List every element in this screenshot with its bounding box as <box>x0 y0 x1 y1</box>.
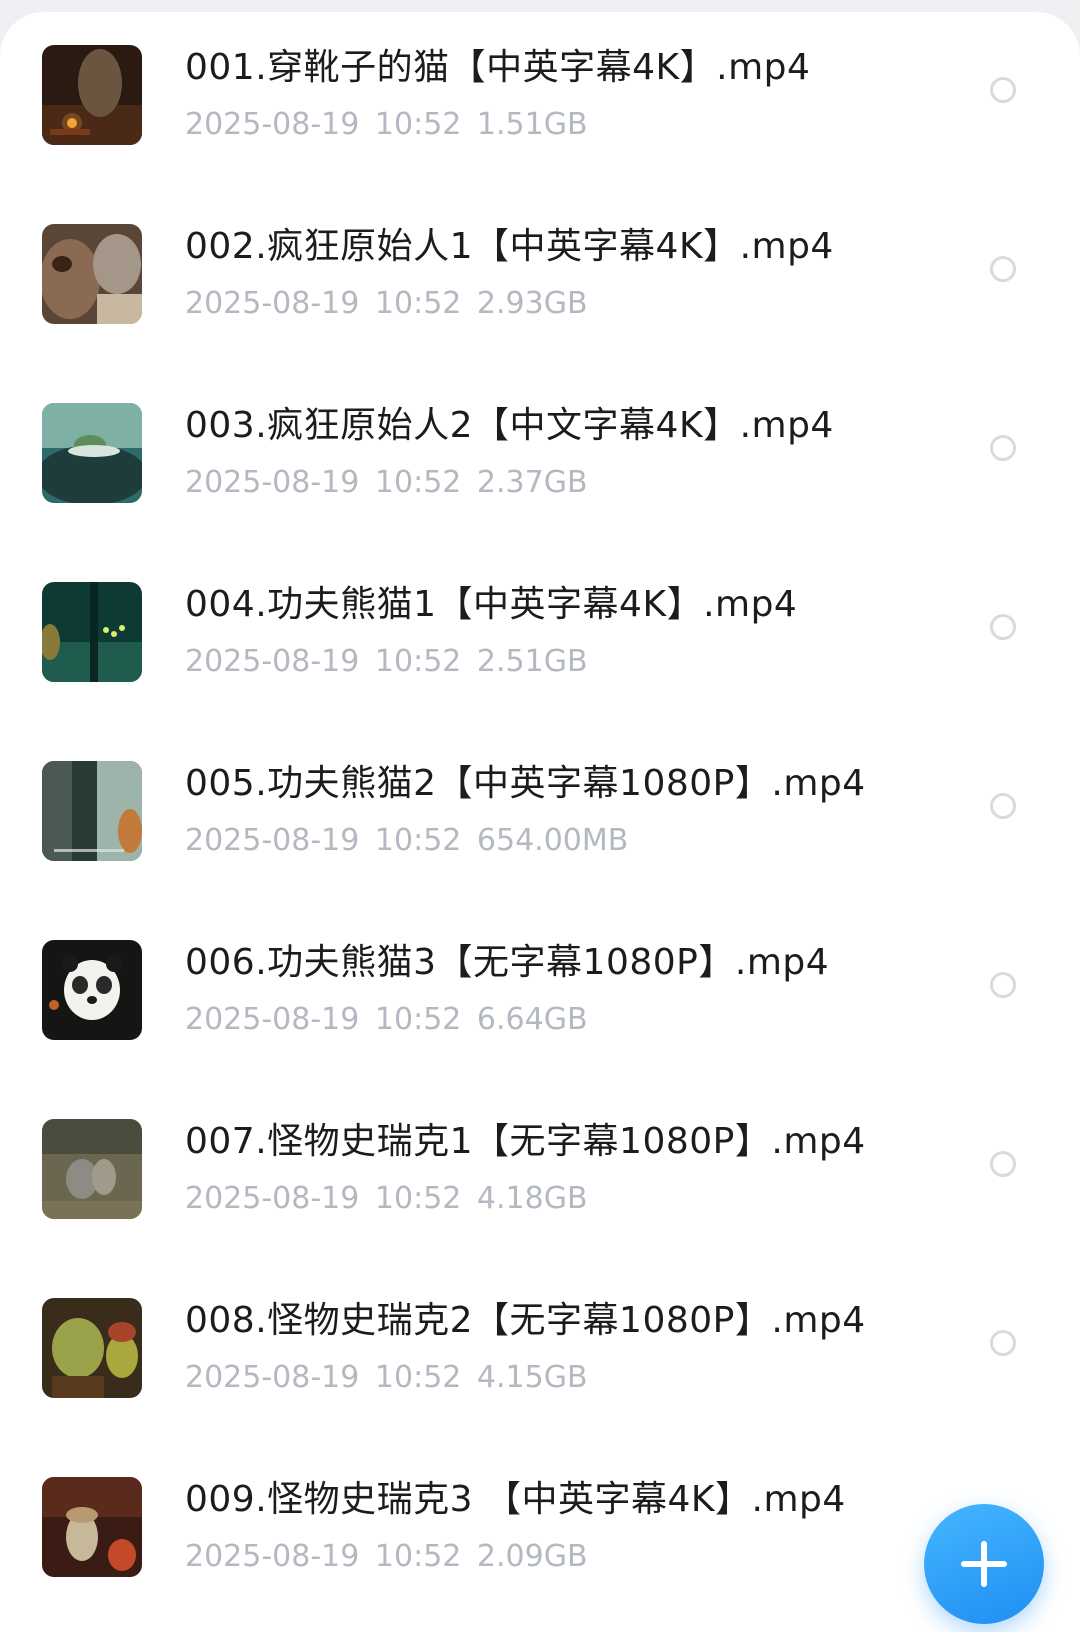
video-thumbnail <box>42 582 142 682</box>
file-meta: 2025-08-19 10:52 2.51GB <box>185 642 588 682</box>
plus-icon <box>961 1541 1007 1587</box>
file-time: 10:52 <box>374 823 462 858</box>
file-name: 006.功夫熊猫3【无字幕1080P】.mp4 <box>185 942 830 983</box>
video-thumbnail <box>42 403 142 503</box>
file-row[interactable]: 002.疯狂原始人1【中英字幕4K】.mp4 2025-08-19 10:52 … <box>0 191 1080 370</box>
video-thumbnail <box>42 1477 142 1577</box>
file-meta: 2025-08-19 10:52 2.37GB <box>185 463 588 503</box>
file-name: 005.功夫熊猫2【中英字幕1080P】.mp4 <box>185 763 866 804</box>
file-time: 10:52 <box>374 1539 462 1574</box>
file-time: 10:52 <box>374 465 462 500</box>
file-size: 2.93GB <box>476 286 588 321</box>
file-size: 1.51GB <box>476 107 588 142</box>
select-radio[interactable] <box>990 972 1016 998</box>
file-date: 2025-08-19 <box>185 107 360 142</box>
file-row[interactable]: 008.怪物史瑞克2【无字幕1080P】.mp4 2025-08-19 10:5… <box>0 1265 1080 1444</box>
file-row[interactable]: 004.功夫熊猫1【中英字幕4K】.mp4 2025-08-19 10:52 2… <box>0 549 1080 728</box>
select-radio[interactable] <box>990 256 1016 282</box>
file-date: 2025-08-19 <box>185 1539 360 1574</box>
file-name: 003.疯狂原始人2【中文字幕4K】.mp4 <box>185 405 834 446</box>
file-name: 002.疯狂原始人1【中英字幕4K】.mp4 <box>185 226 834 267</box>
file-size: 2.51GB <box>476 644 588 679</box>
select-radio[interactable] <box>990 1330 1016 1356</box>
file-meta: 2025-08-19 10:52 4.15GB <box>185 1358 588 1398</box>
file-meta: 2025-08-19 10:52 654.00MB <box>185 821 628 861</box>
file-row[interactable]: 001.穿靴子的猫【中英字幕4K】.mp4 2025-08-19 10:52 1… <box>0 12 1080 191</box>
file-size: 2.09GB <box>476 1539 588 1574</box>
file-time: 10:52 <box>374 1181 462 1216</box>
video-thumbnail <box>42 224 142 324</box>
file-date: 2025-08-19 <box>185 823 360 858</box>
file-name: 001.穿靴子的猫【中英字幕4K】.mp4 <box>185 47 811 88</box>
file-date: 2025-08-19 <box>185 1181 360 1216</box>
file-name: 009.怪物史瑞克3 【中英字幕4K】.mp4 <box>185 1479 846 1520</box>
video-thumbnail <box>42 1298 142 1398</box>
file-time: 10:52 <box>374 1002 462 1037</box>
file-row[interactable]: 009.怪物史瑞克3 【中英字幕4K】.mp4 2025-08-19 10:52… <box>0 1444 1080 1623</box>
file-date: 2025-08-19 <box>185 465 360 500</box>
file-date: 2025-08-19 <box>185 1002 360 1037</box>
file-date: 2025-08-19 <box>185 286 360 321</box>
select-radio[interactable] <box>990 1151 1016 1177</box>
file-row[interactable]: 006.功夫熊猫3【无字幕1080P】.mp4 2025-08-19 10:52… <box>0 907 1080 1086</box>
file-size: 6.64GB <box>476 1002 588 1037</box>
file-size: 4.15GB <box>476 1360 588 1395</box>
file-meta: 2025-08-19 10:52 2.09GB <box>185 1537 588 1577</box>
file-list-sheet: 001.穿靴子的猫【中英字幕4K】.mp4 2025-08-19 10:52 1… <box>0 12 1080 1632</box>
file-meta: 2025-08-19 10:52 2.93GB <box>185 284 588 324</box>
file-time: 10:52 <box>374 644 462 679</box>
file-row[interactable]: 003.疯狂原始人2【中文字幕4K】.mp4 2025-08-19 10:52 … <box>0 370 1080 549</box>
file-name: 008.怪物史瑞克2【无字幕1080P】.mp4 <box>185 1300 866 1341</box>
video-thumbnail <box>42 761 142 861</box>
file-row[interactable]: 005.功夫熊猫2【中英字幕1080P】.mp4 2025-08-19 10:5… <box>0 728 1080 907</box>
file-meta: 2025-08-19 10:52 4.18GB <box>185 1179 588 1219</box>
file-time: 10:52 <box>374 107 462 142</box>
file-row[interactable]: 007.怪物史瑞克1【无字幕1080P】.mp4 2025-08-19 10:5… <box>0 1086 1080 1265</box>
file-meta: 2025-08-19 10:52 6.64GB <box>185 1000 588 1040</box>
file-size: 2.37GB <box>476 465 588 500</box>
select-radio[interactable] <box>990 435 1016 461</box>
file-name: 007.怪物史瑞克1【无字幕1080P】.mp4 <box>185 1121 866 1162</box>
select-radio[interactable] <box>990 793 1016 819</box>
file-date: 2025-08-19 <box>185 644 360 679</box>
add-button[interactable] <box>924 1504 1044 1624</box>
video-thumbnail <box>42 1119 142 1219</box>
file-size: 4.18GB <box>476 1181 588 1216</box>
video-thumbnail <box>42 940 142 1040</box>
file-meta: 2025-08-19 10:52 1.51GB <box>185 105 588 145</box>
file-date: 2025-08-19 <box>185 1360 360 1395</box>
file-size: 654.00MB <box>476 823 629 858</box>
select-radio[interactable] <box>990 614 1016 640</box>
file-name: 004.功夫熊猫1【中英字幕4K】.mp4 <box>185 584 798 625</box>
video-thumbnail <box>42 45 142 145</box>
file-time: 10:52 <box>374 286 462 321</box>
file-time: 10:52 <box>374 1360 462 1395</box>
select-radio[interactable] <box>990 77 1016 103</box>
